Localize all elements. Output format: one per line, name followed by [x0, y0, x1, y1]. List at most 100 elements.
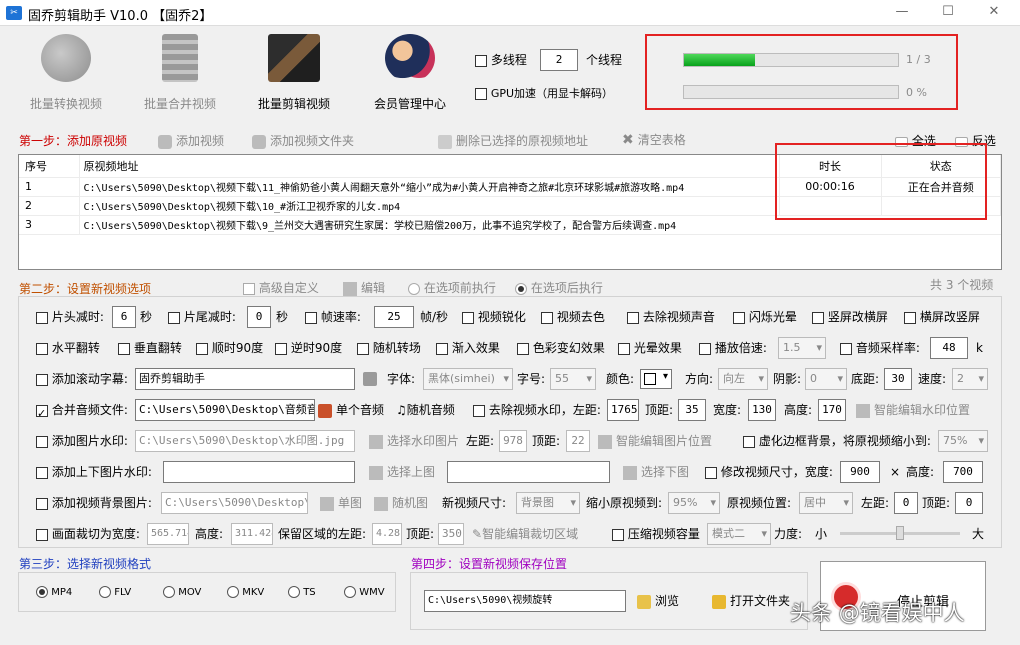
crop-width-input[interactable]: 565.714 [147, 523, 189, 545]
new-size-select[interactable]: 背景图 [516, 492, 580, 514]
random-image-button[interactable]: 随机图 [374, 492, 428, 514]
clear-table-button[interactable]: ✖ 清空表格 [622, 131, 686, 148]
image-path-input[interactable]: C:\Users\5090\Desktop\水印图.jpg [135, 430, 355, 452]
browse-button[interactable]: 浏览 [637, 590, 679, 612]
vflip-option[interactable]: 垂直翻转 [118, 337, 182, 359]
vflip-checkbox[interactable] [118, 342, 130, 355]
advanced-checkbox[interactable] [243, 282, 255, 295]
head-cut-option[interactable]: 片头减时: [36, 306, 104, 328]
add-image-option[interactable]: 添加图片水印: [36, 430, 128, 452]
scroll-text-option[interactable]: 添加滚动字幕: [36, 368, 128, 390]
fade-in-checkbox[interactable] [436, 342, 448, 355]
fps-checkbox[interactable] [305, 311, 317, 324]
save-path-input[interactable]: C:\Users\5090\视频旋转 [424, 590, 626, 612]
add-video-button[interactable]: 添加视频 [158, 132, 224, 149]
portrait-checkbox[interactable] [812, 311, 824, 324]
format-option-wmv[interactable]: WMV [344, 586, 385, 598]
smart-img-button[interactable]: 智能编辑图片位置 [598, 430, 712, 452]
multi-thread-option[interactable]: 多线程 [475, 49, 527, 71]
resize-checkbox[interactable] [705, 466, 717, 479]
delete-selected-button[interactable]: 删除已选择的原视频地址 [438, 132, 588, 149]
size-select[interactable]: 55 [550, 368, 596, 390]
color-picker[interactable]: ▾ [640, 369, 672, 389]
format-option-flv[interactable]: FLV [99, 586, 131, 598]
position-select[interactable]: 居中 [799, 492, 853, 514]
resize-option[interactable]: 修改视频尺寸，宽度: [705, 461, 833, 483]
random-trans-checkbox[interactable] [357, 342, 369, 355]
blur-bg-option[interactable]: 虚化边框背景，将原视频缩小到: [743, 430, 931, 452]
before-radio[interactable] [408, 282, 420, 295]
sharpen-option[interactable]: 视频锐化 [462, 306, 526, 328]
head-cut-input[interactable]: 6 [112, 306, 136, 328]
bg-image-option[interactable]: 添加视频背景图片: [36, 492, 152, 514]
remove-audio-option[interactable]: 去除视频声音 [627, 306, 715, 328]
audio-path-input[interactable]: C:\Users\5090\Desktop\音频音效 [135, 399, 315, 421]
updown-image-checkbox[interactable] [36, 466, 48, 479]
tail-cut-input[interactable]: 0 [247, 306, 271, 328]
fade-in-option[interactable]: 渐入效果 [436, 337, 500, 359]
img-top-input[interactable]: 22 [566, 430, 590, 452]
flash-checkbox[interactable] [733, 311, 745, 324]
remove-wm-checkbox[interactable] [473, 404, 485, 417]
single-audio-button[interactable]: 单个音频 [318, 399, 384, 421]
choose-down-button[interactable]: 选择下图 [623, 461, 689, 483]
advanced-option[interactable]: 高级自定义 [243, 279, 319, 296]
remove-wm-option[interactable]: 去除视频水印，左距: [473, 399, 601, 421]
add-image-checkbox[interactable] [36, 435, 48, 448]
glow-option[interactable]: 光晕效果 [618, 337, 682, 359]
format-option-mkv[interactable]: MKV [227, 586, 264, 598]
fps-option[interactable]: 帧速率: [305, 306, 361, 328]
close-button[interactable]: ✕ [984, 4, 1004, 22]
before-option[interactable]: 在选项前执行 [408, 279, 496, 296]
speed-option[interactable]: 播放倍速: [699, 337, 767, 359]
tail-cut-checkbox[interactable] [168, 311, 180, 324]
landscape-option[interactable]: 横屏改竖屏 [904, 306, 980, 328]
multi-thread-checkbox[interactable] [475, 54, 487, 67]
wm-top-input[interactable]: 35 [678, 399, 706, 421]
crop-height-input[interactable]: 311.428 [231, 523, 273, 545]
shadow-select[interactable]: 0 [805, 368, 847, 390]
thread-count-input[interactable]: 2 [540, 49, 578, 71]
decolor-checkbox[interactable] [541, 311, 553, 324]
head-cut-checkbox[interactable] [36, 311, 48, 324]
gpu-checkbox[interactable] [475, 87, 487, 100]
wm-width-input[interactable]: 130 [748, 399, 776, 421]
crop-checkbox[interactable] [36, 528, 48, 541]
decolor-option[interactable]: 视频去色 [541, 306, 605, 328]
wm-height-input[interactable]: 170 [818, 399, 846, 421]
scroll-text-checkbox[interactable] [36, 373, 48, 386]
updown-image-option[interactable]: 添加上下图片水印: [36, 461, 152, 483]
tail-cut-option[interactable]: 片尾减时: [168, 306, 236, 328]
cw90-option[interactable]: 顺时90度 [196, 337, 263, 359]
resize-width-input[interactable]: 900 [840, 461, 880, 483]
blur-bg-checkbox[interactable] [743, 435, 755, 448]
img-left-input[interactable]: 978 [499, 430, 527, 452]
after-radio[interactable] [515, 282, 527, 295]
choose-up-button[interactable]: 选择上图 [369, 461, 435, 483]
compress-checkbox[interactable] [612, 528, 624, 541]
radio-wmv[interactable] [344, 586, 356, 598]
color-effect-checkbox[interactable] [517, 342, 529, 355]
maximize-button[interactable]: ☐ [938, 4, 958, 22]
edit-button[interactable]: 编辑 [343, 279, 385, 296]
choose-image-button[interactable]: 选择水印图片 [369, 430, 459, 452]
radio-mkv[interactable] [227, 586, 239, 598]
keep-top-input[interactable]: 350 [438, 523, 464, 545]
color-effect-option[interactable]: 色彩变幻效果 [517, 337, 605, 359]
minimize-button[interactable]: — [892, 4, 912, 22]
radio-ts[interactable] [288, 586, 300, 598]
direction-select[interactable]: 向左 [718, 368, 768, 390]
format-option-ts[interactable]: TS [288, 586, 316, 598]
cw90-checkbox[interactable] [196, 342, 208, 355]
remove-audio-checkbox[interactable] [627, 311, 639, 324]
speed-select[interactable]: 1.5 [778, 337, 826, 359]
single-image-button[interactable]: 单图 [320, 492, 362, 514]
bg-path-input[interactable]: C:\Users\5090\Desktop\背 [161, 492, 308, 514]
gpu-option[interactable]: GPU加速（用显卡解码） [475, 82, 613, 105]
format-option-mov[interactable]: MOV [163, 586, 201, 598]
compress-mode-select[interactable]: 模式二 [707, 523, 771, 545]
keep-left-input[interactable]: 4.28 [372, 523, 402, 545]
hflip-checkbox[interactable] [36, 342, 48, 355]
glow-checkbox[interactable] [618, 342, 630, 355]
batch-convert-button[interactable]: 批量转换视频 [16, 30, 116, 114]
